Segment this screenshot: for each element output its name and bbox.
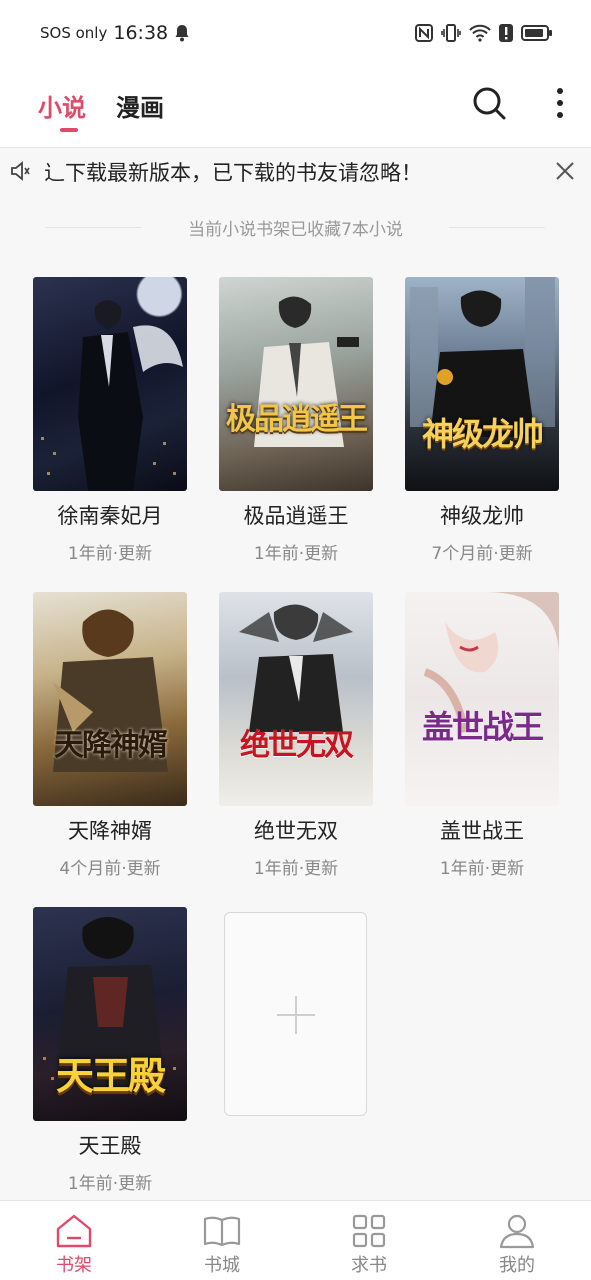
book-update-time: 1年前·更新	[67, 1174, 153, 1194]
clock: 16:38	[113, 22, 169, 44]
close-icon[interactable]	[554, 160, 576, 182]
carrier-text: SOS only	[40, 24, 108, 42]
nav-label: 求书	[351, 1255, 387, 1276]
cover-art	[239, 604, 353, 732]
cover-art	[423, 592, 559, 733]
nav-request-book[interactable]: 求书	[309, 1201, 429, 1280]
bell-icon	[175, 25, 189, 42]
search-icon[interactable]	[470, 84, 508, 122]
shelf-info: 当前小说书架已收藏7本小说	[188, 220, 403, 240]
status-left: SOS only 16:38	[40, 22, 190, 44]
book-cover[interactable]: 盖世战王	[405, 592, 559, 806]
book-title: 极品逍遥王	[243, 504, 349, 528]
status-bar: SOS only 16:38	[0, 0, 591, 66]
nav-label: 我的	[499, 1255, 535, 1276]
battery-icon	[521, 25, 552, 41]
tab-comic[interactable]: 漫画	[116, 88, 164, 123]
nav-bookstore[interactable]: 书城	[162, 1201, 282, 1280]
book-icon	[203, 1216, 241, 1247]
book-update-time: 1年前·更新	[253, 544, 339, 564]
book-update-time: 1年前·更新	[439, 859, 525, 879]
speaker-icon	[11, 161, 30, 181]
notice-bar: ⻌下载最新版本，已下载的书友请忽略！	[0, 148, 591, 194]
cover-title: 天降神婿	[54, 728, 168, 763]
book-card[interactable]: 天降神婿 天降神婿 4个月前·更新	[33, 592, 187, 879]
book-title: 盖世战王	[440, 819, 524, 843]
book-cover[interactable]: 天降神婿	[33, 592, 187, 806]
vibrate-icon	[441, 24, 461, 42]
book-cover[interactable]: 神级龙帅	[405, 277, 559, 491]
book-update-time: 1年前·更新	[253, 859, 339, 879]
cover-art	[410, 277, 555, 437]
book-title: 徐南秦妃月	[57, 504, 163, 528]
top-header: 小说 漫画	[0, 66, 591, 148]
active-tab-indicator	[60, 128, 78, 132]
nfc-icon	[415, 24, 433, 42]
book-update-time: 4个月前·更新	[59, 859, 161, 879]
nav-bookshelf[interactable]: 书架	[14, 1201, 134, 1280]
book-update-time: 7个月前·更新	[431, 544, 533, 564]
tab-novel[interactable]: 小说	[38, 88, 86, 123]
cover-title: 天王殿	[55, 1053, 166, 1098]
cover-title: 神级龙帅	[421, 415, 544, 453]
nav-profile[interactable]: 我的	[457, 1201, 577, 1280]
cover-art	[254, 296, 359, 447]
status-icons	[415, 23, 553, 43]
person-icon	[499, 1214, 535, 1249]
more-vertical-icon[interactable]	[546, 84, 574, 122]
plus-icon	[277, 996, 315, 1034]
cover-title: 盖世战王	[421, 708, 544, 746]
home-icon	[56, 1214, 92, 1248]
book-title: 绝世无双	[254, 819, 338, 843]
book-card[interactable]: 神级龙帅 神级龙帅 7个月前·更新	[405, 277, 559, 564]
book-cover[interactable]: 天王殿	[33, 907, 187, 1121]
bottom-nav: 书架 书城 求书 我的	[0, 1200, 591, 1280]
alert-icon	[499, 24, 513, 42]
book-title: 神级龙帅	[440, 504, 524, 528]
book-update-time: 1年前·更新	[67, 544, 153, 564]
book-card[interactable]: 徐南秦妃月 1年前·更新	[33, 277, 187, 564]
cover-title: 极品逍遥王	[226, 402, 368, 437]
cover-title: 绝世无双	[240, 728, 354, 763]
add-book-button[interactable]	[224, 912, 367, 1116]
book-card[interactable]: 极品逍遥王 极品逍遥王 1年前·更新	[219, 277, 373, 564]
book-card[interactable]: 盖世战王 盖世战王 1年前·更新	[405, 592, 559, 879]
book-card[interactable]: 绝世无双 绝世无双 1年前·更新	[219, 592, 373, 879]
book-cover[interactable]	[33, 277, 187, 491]
notice-text: ⻌下载最新版本，已下载的书友请忽略！	[44, 161, 422, 185]
grid-icon	[352, 1214, 386, 1248]
cover-art	[53, 609, 168, 772]
book-card[interactable]: 天王殿 天王殿 1年前·更新	[33, 907, 187, 1194]
book-cover[interactable]: 极品逍遥王	[219, 277, 373, 491]
wifi-icon	[469, 24, 491, 42]
book-title: 天王殿	[78, 1134, 142, 1158]
nav-label: 书架	[56, 1255, 92, 1276]
book-title: 天降神婿	[68, 819, 152, 843]
book-cover[interactable]: 绝世无双	[219, 592, 373, 806]
nav-label: 书城	[204, 1255, 240, 1276]
cover-art	[41, 300, 183, 491]
